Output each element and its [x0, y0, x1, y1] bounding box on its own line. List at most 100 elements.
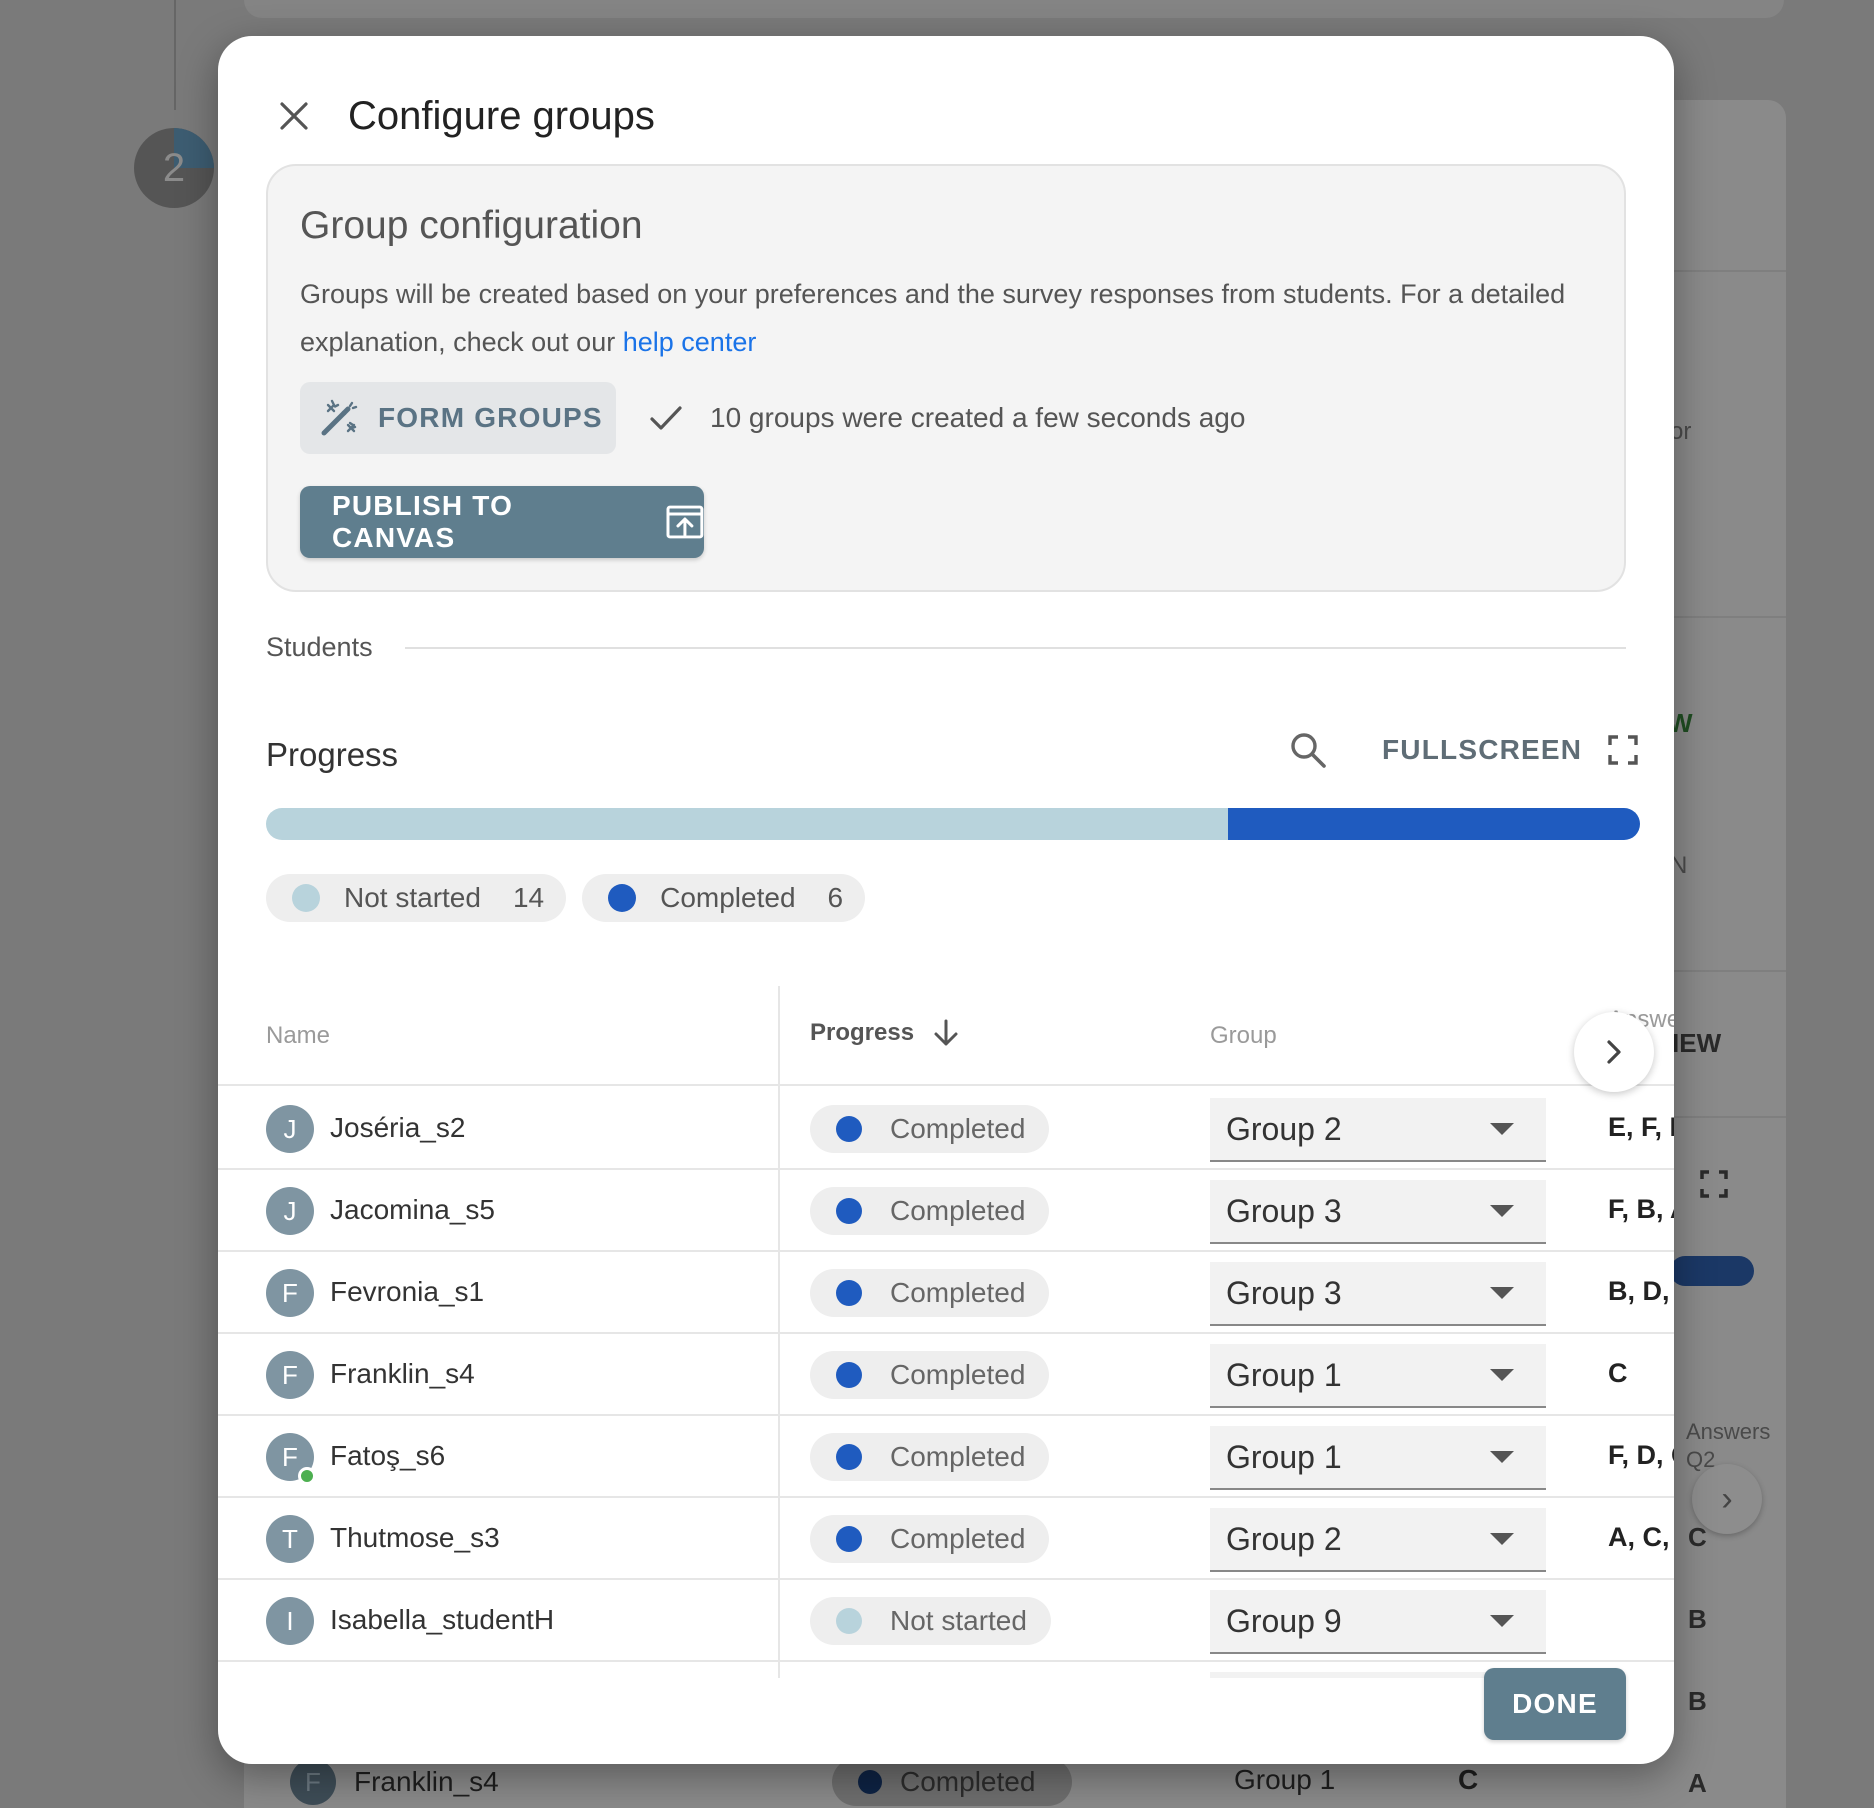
group-select[interactable]: Group 9 [1210, 1590, 1546, 1654]
status-text: 10 groups were created a few seconds ago [710, 402, 1246, 433]
answers-cell: C [1608, 1358, 1628, 1388]
progress-status-chip: Not started [810, 1597, 1051, 1645]
group-creation-status: 10 groups were created a few seconds ago [648, 382, 1245, 454]
status-dot [836, 1526, 862, 1552]
close-button[interactable] [268, 90, 320, 142]
form-groups-label: FORM GROUPS [378, 402, 603, 433]
table-header: Name Progress Group AnswersQ1 [218, 986, 1674, 1086]
table-row: FFatoş_s6CompletedGroup 1F, D, C [218, 1416, 1674, 1498]
filter-completed-chip[interactable]: Completed 6 [582, 874, 866, 922]
student-name: Franklin_s4 [354, 1766, 499, 1797]
table-row: J Joséria_s2 Completed Group 2 E, F, E [218, 1088, 1674, 1170]
progress-legend: Not started 14 Completed 6 [266, 874, 881, 922]
fullscreen-icon [1700, 1170, 1728, 1198]
table-row: F Fevronia_s1 Completed Group 3 B, D, C [218, 1252, 1674, 1334]
progress-bar [266, 808, 1640, 840]
background-divider [1660, 1116, 1786, 1118]
fullscreen-icon [1608, 735, 1638, 765]
status-label: Completed [890, 1359, 1026, 1390]
background-divider [1660, 270, 1786, 272]
close-icon [280, 102, 308, 130]
background-divider [1660, 970, 1786, 972]
progress-status-chip: Completed [810, 1269, 1050, 1317]
status-dot [608, 884, 637, 912]
status-dot [836, 1608, 862, 1634]
caret-down-icon [1490, 1123, 1514, 1135]
step-indicator: 2 [134, 128, 214, 208]
group-configuration-panel: Group configuration Groups will be creat… [266, 164, 1626, 592]
table-row [218, 1662, 1674, 1678]
answers-cell: F, B, A [1608, 1194, 1674, 1224]
answer-cell: C [1458, 1764, 1479, 1795]
dialog-title: Configure groups [348, 93, 655, 138]
group-select-value: Group 1 [1226, 1356, 1342, 1393]
student-name: Fevronia_s1 [330, 1276, 485, 1307]
avatar: I [266, 1597, 314, 1645]
answers-cell: F, D, C [1608, 1440, 1674, 1470]
progress-status-chip: Completed [810, 1187, 1050, 1235]
publish-to-canvas-button[interactable]: PUBLISH TO CANVAS [300, 486, 704, 558]
chip-label: Completed [660, 882, 796, 913]
progress-segment-completed [1227, 808, 1640, 840]
background-divider [1660, 616, 1786, 618]
group-select[interactable]: Group 1 [1210, 1426, 1546, 1490]
progress-segment-not-started [266, 808, 1228, 840]
background-answer-cell: B [1688, 1686, 1707, 1716]
status-dot [292, 884, 320, 912]
status-label: Completed [890, 1441, 1026, 1472]
group-select[interactable]: Group 2 [1210, 1508, 1546, 1572]
status-label: Completed [890, 1277, 1026, 1308]
background-answer-cell: C [1688, 1522, 1707, 1552]
caret-down-icon [1490, 1451, 1514, 1463]
table-row: T Thutmose_s3 Completed Group 2 A, C, [218, 1498, 1674, 1580]
background-answer-cell: B [1688, 1604, 1707, 1634]
background-progress-bar [1670, 1256, 1754, 1286]
answers-cell: A, C, [1608, 1522, 1670, 1552]
arrow-down-icon [934, 1019, 958, 1046]
fullscreen-label: FULLSCREEN [1382, 734, 1583, 765]
group-select-value: Group 1 [1226, 1438, 1342, 1475]
group-select[interactable]: Group 2 [1210, 1098, 1546, 1162]
students-table: Name Progress Group AnswersQ1 J Joséria_s… [218, 986, 1674, 1678]
fullscreen-button[interactable]: FULLSCREEN [1382, 720, 1638, 780]
check-icon [650, 406, 682, 430]
table-row: F Franklin_s4 Completed Group 1 C [218, 1334, 1674, 1416]
done-button[interactable]: DONE [1484, 1668, 1626, 1740]
dialog-header: Configure groups [268, 80, 655, 152]
students-label: Students [266, 632, 373, 662]
magic-wand-icon [321, 399, 358, 436]
progress-title: Progress [266, 736, 399, 773]
group-select[interactable]: Group 3 [1210, 1262, 1546, 1326]
avatar: T [266, 1515, 314, 1563]
progress-status-chip: Completed [810, 1515, 1050, 1563]
background-top-card [244, 0, 1784, 18]
column-header-progress[interactable]: Progress [810, 1018, 960, 1048]
filter-not-started-chip[interactable]: Not started 14 [266, 874, 567, 922]
column-header-name[interactable]: Name [266, 1022, 330, 1050]
answers-cell: B, D, C [1608, 1276, 1674, 1306]
help-center-link[interactable]: help center [623, 327, 757, 357]
background-answer-cell: A [1688, 1768, 1707, 1798]
student-name: Joséria_s2 [330, 1112, 466, 1143]
search-button[interactable] [1278, 720, 1338, 780]
publish-label: PUBLISH TO CANVAS [332, 490, 514, 553]
column-header-group[interactable]: Group [1210, 1022, 1277, 1050]
status-label: Completed [890, 1523, 1026, 1554]
student-name: Jacomina_s5 [330, 1194, 495, 1225]
group-select[interactable]: Group 1 [1210, 1344, 1546, 1408]
avatar: F [266, 1269, 314, 1317]
group-select[interactable]: Group 3 [1210, 1180, 1546, 1244]
chevron-right-icon [1607, 1040, 1621, 1064]
caret-down-icon [1490, 1287, 1514, 1299]
chip-count: 6 [827, 882, 844, 913]
progress-status-chip: Completed [810, 1351, 1050, 1399]
status-dot [836, 1362, 862, 1388]
student-name: Franklin_s4 [330, 1358, 475, 1389]
student-name: Thutmose_s3 [330, 1522, 500, 1553]
background-text-fragment: IEW [1672, 1028, 1722, 1058]
form-groups-button[interactable]: FORM GROUPS [300, 382, 616, 454]
group-cell: Group 1 [1234, 1764, 1336, 1795]
scroll-right-button[interactable] [1574, 1012, 1654, 1092]
status-dot [836, 1280, 862, 1306]
status-label: Not started [890, 1605, 1027, 1636]
